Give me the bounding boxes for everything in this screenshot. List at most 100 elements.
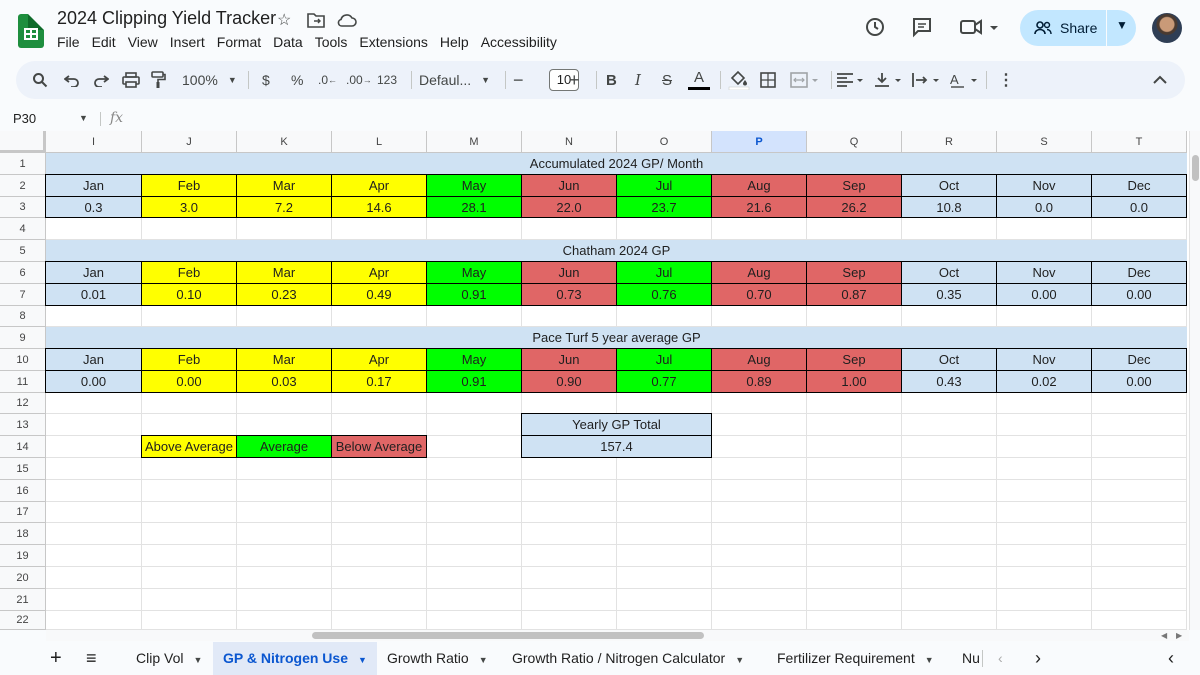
month-header-cell[interactable]: Mar xyxy=(236,174,332,197)
legend-cell[interactable]: Average xyxy=(236,435,332,458)
month-header-cell[interactable]: May xyxy=(426,174,522,197)
row-header-21[interactable]: 21 xyxy=(0,589,46,611)
strikethrough-icon[interactable]: S xyxy=(662,61,672,99)
value-cell[interactable]: 22.0 xyxy=(521,196,617,218)
scroll-tabs-left-icon[interactable]: ‹ xyxy=(998,642,1003,675)
yearly-total-label[interactable]: Yearly GP Total xyxy=(521,413,712,436)
value-cell[interactable]: 1.00 xyxy=(806,370,902,393)
value-cell[interactable]: 0.00 xyxy=(141,370,237,393)
value-cell[interactable]: 0.02 xyxy=(996,370,1092,393)
increase-decimal-button[interactable]: .00 → xyxy=(346,61,372,99)
currency-format-button[interactable]: $ xyxy=(262,61,270,99)
column-header-i[interactable]: I xyxy=(46,131,142,153)
share-dropdown-icon[interactable]: ▼ xyxy=(1116,18,1128,32)
value-cell[interactable]: 0.89 xyxy=(711,370,807,393)
month-header-cell[interactable]: Jan xyxy=(45,348,142,371)
month-header-cell[interactable]: Sep xyxy=(806,174,902,197)
paint-format-icon[interactable] xyxy=(150,61,166,99)
month-header-cell[interactable]: Aug xyxy=(711,348,807,371)
name-box[interactable]: P30 ▼ xyxy=(13,111,88,126)
value-cell[interactable]: 0.10 xyxy=(141,283,237,306)
column-header-q[interactable]: Q xyxy=(807,131,902,153)
value-cell[interactable]: 21.6 xyxy=(711,196,807,218)
value-cell[interactable]: 0.01 xyxy=(45,283,142,306)
document-title[interactable]: 2024 Clipping Yield Tracker xyxy=(57,8,276,29)
month-header-cell[interactable]: Oct xyxy=(901,174,997,197)
month-header-cell[interactable]: Dec xyxy=(1091,174,1187,197)
row-header-15[interactable]: 15 xyxy=(0,458,46,480)
menu-edit[interactable]: Edit xyxy=(92,34,122,50)
menu-insert[interactable]: Insert xyxy=(170,34,211,50)
month-header-cell[interactable]: Apr xyxy=(331,261,427,284)
month-header-cell[interactable]: Mar xyxy=(236,348,332,371)
month-header-cell[interactable]: Jul xyxy=(616,174,712,197)
value-cell[interactable]: 7.2 xyxy=(236,196,332,218)
month-header-cell[interactable]: Aug xyxy=(711,261,807,284)
column-header-p[interactable]: P xyxy=(712,131,807,153)
print-icon[interactable] xyxy=(122,61,140,99)
value-cell[interactable]: 3.0 xyxy=(141,196,237,218)
scroll-right-arrow-icon[interactable]: ▶ xyxy=(1176,631,1182,640)
menu-file[interactable]: File xyxy=(57,34,86,50)
menu-extensions[interactable]: Extensions xyxy=(359,34,433,50)
explore-panel-toggle-icon[interactable]: ‹ xyxy=(1168,642,1174,675)
tab-gp-nitrogen-use[interactable]: GP & Nitrogen Use ▼ xyxy=(213,642,377,675)
borders-icon[interactable] xyxy=(760,61,776,99)
cloud-status-icon[interactable] xyxy=(337,12,357,33)
value-cell[interactable]: 0.91 xyxy=(426,370,522,393)
value-cell[interactable]: 0.49 xyxy=(331,283,427,306)
tab-growth-ratio[interactable]: Growth Ratio ▼ xyxy=(387,642,488,675)
month-header-cell[interactable]: Feb xyxy=(141,174,237,197)
value-cell[interactable]: 0.90 xyxy=(521,370,617,393)
value-cell[interactable]: 0.23 xyxy=(236,283,332,306)
row-header-10[interactable]: 10 xyxy=(0,349,46,371)
add-sheet-icon[interactable]: + xyxy=(50,642,62,675)
month-header-cell[interactable]: Jun xyxy=(521,348,617,371)
row-header-16[interactable]: 16 xyxy=(0,480,46,502)
value-cell[interactable]: 0.76 xyxy=(616,283,712,306)
comments-icon[interactable] xyxy=(911,16,933,44)
value-cell[interactable]: 0.73 xyxy=(521,283,617,306)
select-all-corner[interactable] xyxy=(0,131,46,153)
column-header-o[interactable]: O xyxy=(617,131,712,153)
month-header-cell[interactable]: Apr xyxy=(331,174,427,197)
month-header-cell[interactable]: Apr xyxy=(331,348,427,371)
month-header-cell[interactable]: Sep xyxy=(806,261,902,284)
tab-fertilizer-requirement[interactable]: Fertilizer Requirement ▼ xyxy=(777,642,934,675)
month-header-cell[interactable]: Jul xyxy=(616,348,712,371)
menu-help[interactable]: Help xyxy=(440,34,475,50)
font-size-increase-icon[interactable]: + xyxy=(569,61,580,99)
column-header-n[interactable]: N xyxy=(522,131,617,153)
row-header-2[interactable]: 2 xyxy=(0,175,46,197)
italic-icon[interactable]: I xyxy=(635,61,641,99)
vertical-scrollbar[interactable] xyxy=(1189,131,1200,630)
value-cell[interactable]: 23.7 xyxy=(616,196,712,218)
value-cell[interactable]: 0.17 xyxy=(331,370,427,393)
month-header-cell[interactable]: Oct xyxy=(901,348,997,371)
value-cell[interactable]: 0.3 xyxy=(45,196,142,218)
row-header-7[interactable]: 7 xyxy=(0,284,46,306)
row-header-19[interactable]: 19 xyxy=(0,545,46,567)
value-cell[interactable]: 0.77 xyxy=(616,370,712,393)
table-title[interactable]: Accumulated 2024 GP/ Month xyxy=(46,153,1187,175)
column-header-l[interactable]: L xyxy=(332,131,427,153)
column-header-r[interactable]: R xyxy=(902,131,997,153)
vertical-align-icon[interactable] xyxy=(874,61,904,99)
row-header-12[interactable]: 12 xyxy=(0,393,46,414)
row-header-14[interactable]: 14 xyxy=(0,436,46,458)
value-cell[interactable]: 0.91 xyxy=(426,283,522,306)
month-header-cell[interactable]: May xyxy=(426,261,522,284)
search-menus-icon[interactable] xyxy=(32,61,48,99)
value-cell[interactable]: 10.8 xyxy=(901,196,997,218)
fill-color-icon[interactable] xyxy=(728,61,750,99)
sheets-logo-icon[interactable] xyxy=(18,14,44,48)
month-header-cell[interactable]: Nov xyxy=(996,348,1092,371)
scroll-tabs-right-icon[interactable]: › xyxy=(1035,642,1041,675)
star-icon[interactable]: ☆ xyxy=(277,10,291,30)
redo-icon[interactable] xyxy=(93,61,109,99)
text-rotation-icon[interactable]: A xyxy=(950,61,980,99)
more-formats-button[interactable]: 123 xyxy=(377,61,397,99)
month-header-cell[interactable]: Nov xyxy=(996,174,1092,197)
decrease-decimal-button[interactable]: .0 ← xyxy=(318,61,337,99)
month-header-cell[interactable]: Jan xyxy=(45,174,142,197)
